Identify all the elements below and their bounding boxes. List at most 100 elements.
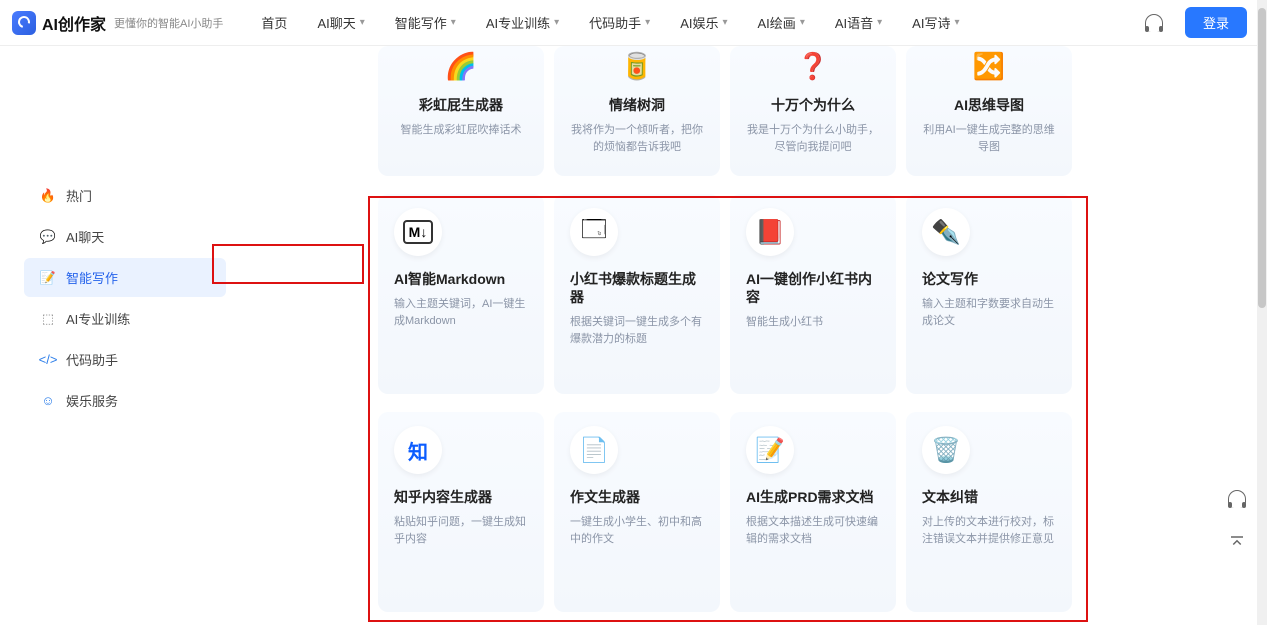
card-icon: ✒️ [922, 208, 970, 256]
card-title: 作文生成器 [570, 488, 704, 506]
nav-item-5[interactable]: AI娱乐 ▾ [680, 13, 727, 32]
chevron-down-icon: ▾ [360, 17, 365, 28]
card-row3-3[interactable]: 🗑️文本纠错对上传的文本进行校对，标注错误文本并提供修正意见 [906, 412, 1072, 612]
nav-item-4[interactable]: 代码助手▾ [589, 13, 650, 32]
cube-icon: ⬚ [40, 311, 56, 327]
card-row3-0[interactable]: 知知乎内容生成器粘贴知乎问题，一键生成知乎内容 [378, 412, 544, 612]
smile-icon: ☺ [40, 393, 56, 409]
card-desc: 输入主题关键词，AI一键生成Markdown [394, 296, 528, 329]
content: 🔥 热门 💬AI聊天 📝 智能写作 ⬚ AI专业训练 </> 代码助手 ☺ 娱乐服务 🌈彩虹屁生成器… [0, 46, 1267, 422]
support-icon[interactable] [1145, 14, 1163, 32]
nav-item-3[interactable]: AI专业训练▾ [486, 13, 559, 32]
sidebar-item-5[interactable]: ☺ 娱乐服务 [24, 381, 226, 420]
card-icon: 📕 [746, 208, 794, 256]
card-desc: 粘贴知乎问题，一键生成知乎内容 [394, 514, 528, 547]
nav-item-6[interactable]: AI绘画 ▾ [758, 13, 805, 32]
card-desc: 根据文本描述生成可快速编辑的需求文档 [746, 514, 880, 547]
card-desc: 智能生成小红书 [746, 314, 880, 331]
card-row1-1[interactable]: 🥫情绪树洞我将作为一个倾听者，把你的烦恼都告诉我吧 [554, 46, 720, 176]
nav-item-label: AI聊天 [317, 13, 355, 32]
sidebar-item-label: 娱乐服务 [66, 391, 118, 410]
sidebar-item-label: AI聊天 [66, 227, 104, 246]
card-desc: 对上传的文本进行校对，标注错误文本并提供修正意见 [922, 514, 1056, 547]
nav-item-label: AI娱乐 [680, 13, 718, 32]
card-row3-2[interactable]: 📝AI生成PRD需求文档根据文本描述生成可快速编辑的需求文档 [730, 412, 896, 612]
card-title: 知乎内容生成器 [394, 488, 528, 506]
chevron-down-icon: ▾ [722, 17, 727, 28]
sidebar: 🔥 热门 💬AI聊天 📝 智能写作 ⬚ AI专业训练 </> 代码助手 ☺ 娱乐服务 [24, 176, 226, 422]
main: 🌈彩虹屁生成器智能生成彩虹屁吹捧话术🥫情绪树洞我将作为一个倾听者，把你的烦恼都告… [378, 46, 1072, 612]
logo-title: AI创作家 [42, 11, 106, 35]
sidebar-item-1[interactable]: 💬AI聊天 [24, 217, 226, 256]
card-icon: M↓ [394, 208, 442, 256]
scroll-top-icon[interactable] [1225, 531, 1249, 555]
logo[interactable]: AI创作家 [12, 11, 106, 35]
scrollbar-thumb[interactable] [1258, 8, 1266, 308]
chevron-down-icon: ▾ [877, 17, 882, 28]
card-icon: 📝 [746, 426, 794, 474]
card-row2-0[interactable]: M↓ AI智能Markdown 输入主题关键词，AI一键生成Markdown [378, 194, 544, 394]
scrollbar-track[interactable] [1257, 0, 1267, 625]
card-row2-3[interactable]: ✒️ 论文写作输入主题和字数要求自动生成论文 [906, 194, 1072, 394]
fire-icon: 🔥 [40, 188, 56, 204]
card-row1-0[interactable]: 🌈彩虹屁生成器智能生成彩虹屁吹捧话术 [378, 46, 544, 176]
card-icon: 🗔 [570, 208, 618, 256]
card-desc: 输入主题和字数要求自动生成论文 [922, 296, 1056, 329]
card-desc: 利用AI一键生成完整的思维导图 [922, 122, 1056, 155]
chevron-down-icon: ▾ [954, 17, 959, 28]
nav-item-2[interactable]: 智能写作 ▾ [395, 13, 456, 32]
card-desc: 智能生成彩虹屁吹捧话术 [394, 122, 528, 139]
card-desc: 一键生成小学生、初中和高中的作文 [570, 514, 704, 547]
card-title: 彩虹屁生成器 [394, 96, 528, 114]
card-desc: 我将作为一个倾听者，把你的烦恼都告诉我吧 [570, 122, 704, 155]
nav-item-label: AI绘画 [758, 13, 796, 32]
card-icon: 知 [394, 426, 442, 474]
card-icon: ❓ [793, 46, 833, 86]
card-row3-1[interactable]: 📄作文生成器一键生成小学生、初中和高中的作文 [554, 412, 720, 612]
nav-item-8[interactable]: AI写诗▾ [912, 13, 959, 32]
top-nav: 首页AI聊天▾智能写作▾AI专业训练▾代码助手▾AI娱乐▾AI绘画▾AI语音▾A… [261, 13, 959, 32]
card-title: AI智能Markdown [394, 270, 528, 288]
float-support-icon[interactable] [1225, 487, 1249, 511]
sidebar-item-0[interactable]: 🔥 热门 [24, 176, 226, 215]
nav-item-0[interactable]: 首页 [261, 13, 287, 32]
nav-item-label: 智能写作 [395, 13, 447, 32]
logo-subtitle: 更懂你的智能AI小助手 [114, 15, 223, 31]
sidebar-item-label: 智能写作 [66, 268, 118, 287]
login-button[interactable]: 登录 [1185, 7, 1247, 38]
header-right: 登录 [1145, 7, 1247, 38]
header: AI创作家 更懂你的智能AI小助手 首页AI聊天▾智能写作▾AI专业训练▾代码助… [0, 0, 1267, 46]
nav-item-label: AI专业训练 [486, 13, 550, 32]
sidebar-item-4[interactable]: </> 代码助手 [24, 340, 226, 379]
card-icon: 🔀 [969, 46, 1009, 86]
card-title: 小红书爆款标题生成器 [570, 270, 704, 306]
card-title: 情绪树洞 [570, 96, 704, 114]
card-row1-3[interactable]: 🔀 AI思维导图利用AI一键生成完整的思维导图 [906, 46, 1072, 176]
sidebar-item-3[interactable]: ⬚ AI专业训练 [24, 299, 226, 338]
nav-item-7[interactable]: AI语音 ▾ [835, 13, 882, 32]
doc-icon: 📝 [40, 270, 56, 286]
float-buttons [1225, 487, 1249, 555]
sidebar-item-label: AI专业训练 [66, 309, 130, 328]
row2: M↓ AI智能Markdown 输入主题关键词，AI一键生成Markdown 🗔 小红书… [378, 194, 1072, 394]
card-title: AI思维导图 [922, 96, 1056, 114]
card-title: 十万个为什么 [746, 96, 880, 114]
card-desc: 我是十万个为什么小助手，尽管向我提问吧 [746, 122, 880, 155]
nav-item-label: 代码助手 [589, 13, 641, 32]
sidebar-item-2[interactable]: 📝 智能写作 [24, 258, 226, 297]
row1: 🌈彩虹屁生成器智能生成彩虹屁吹捧话术🥫情绪树洞我将作为一个倾听者，把你的烦恼都告… [378, 46, 1072, 176]
chevron-down-icon: ▾ [451, 17, 456, 28]
card-row1-2[interactable]: ❓ 十万个为什么我是十万个为什么小助手，尽管向我提问吧 [730, 46, 896, 176]
sidebar-item-label: 热门 [66, 186, 92, 205]
card-title: AI一键创作小红书内容 [746, 270, 880, 306]
card-icon: 🗑️ [922, 426, 970, 474]
card-desc: 根据关键词一键生成多个有爆款潜力的标题 [570, 314, 704, 347]
code-icon: </> [40, 352, 56, 368]
sidebar-item-label: 代码助手 [66, 350, 118, 369]
card-row2-1[interactable]: 🗔 小红书爆款标题生成器根据关键词一键生成多个有爆款潜力的标题 [554, 194, 720, 394]
card-row2-2[interactable]: 📕 AI一键创作小红书内容智能生成小红书 [730, 194, 896, 394]
nav-item-1[interactable]: AI聊天 ▾ [317, 13, 364, 32]
card-title: 论文写作 [922, 270, 1056, 288]
nav-item-label: AI语音 [835, 13, 873, 32]
chevron-down-icon: ▾ [800, 17, 805, 28]
